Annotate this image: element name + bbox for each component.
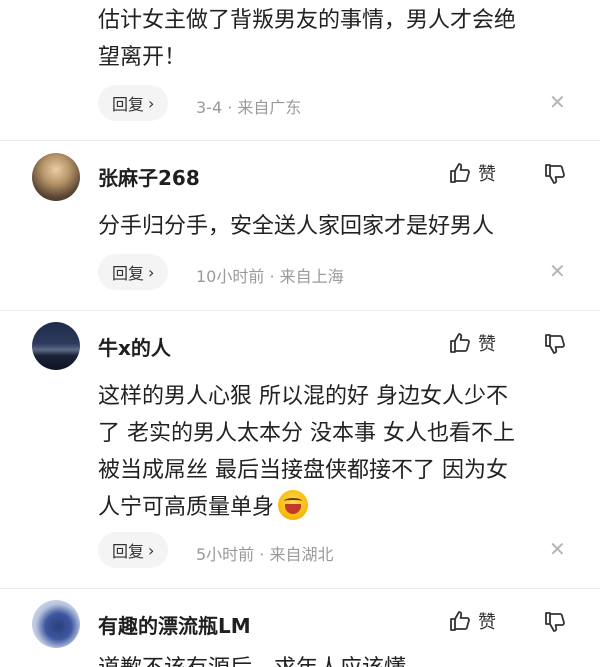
like-button[interactable]: 赞 bbox=[448, 608, 496, 634]
thumbs-down-icon[interactable] bbox=[543, 332, 567, 356]
like-button[interactable]: 赞 bbox=[448, 330, 496, 356]
avatar[interactable] bbox=[32, 322, 80, 370]
chevron-right-icon: › bbox=[148, 93, 155, 113]
chevron-right-icon: › bbox=[148, 540, 155, 560]
divider bbox=[0, 310, 600, 311]
avatar[interactable] bbox=[32, 600, 80, 648]
comment-meta: 3-4 · 来自广东 bbox=[196, 98, 302, 117]
comment-line: 了 老实的男人太本分 没本事 女人也看不上 bbox=[98, 421, 515, 446]
reply-button[interactable]: 回复 › bbox=[98, 532, 169, 568]
laughing-emoji-icon bbox=[278, 490, 309, 520]
comment-4-text: 道歉不该有源后，求年人应该懂 bbox=[98, 650, 578, 667]
thumbs-up-icon bbox=[450, 163, 470, 183]
comment-meta: 5小时前 · 来自湖北 bbox=[196, 545, 334, 564]
like-label: 赞 bbox=[478, 612, 496, 633]
comment-line: 这样的男人心狠 所以混的好 身边女人少不 bbox=[98, 384, 508, 409]
avatar[interactable] bbox=[32, 153, 80, 201]
reply-button[interactable]: 回复 › bbox=[98, 254, 169, 290]
comment-1-text: 估计女主做了背叛男友的事情，男人才会绝 望离开！ bbox=[98, 2, 578, 76]
username[interactable]: 有趣的漂流瓶LM bbox=[98, 610, 251, 639]
comment-line: 被当成屌丝 最后当接盘侠都接不了 因为女 bbox=[98, 458, 508, 483]
comment-line: 望离开！ bbox=[98, 45, 187, 70]
comment-line: 分手归分手，安全送人家回家才是好男人 bbox=[98, 214, 495, 239]
comment-line: 估计女主做了背叛男友的事情，男人才会绝 bbox=[98, 8, 517, 33]
comment-3-text: 这样的男人心狠 所以混的好 身边女人少不 了 老实的男人太本分 没本事 女人也看… bbox=[98, 378, 588, 526]
comment-line: 道歉不该有源后，求年人应该懂 bbox=[98, 650, 578, 667]
thumbs-up-icon bbox=[450, 611, 470, 631]
username[interactable]: 牛x的人 bbox=[98, 332, 171, 361]
comment-2-text: 分手归分手，安全送人家回家才是好男人 bbox=[98, 208, 578, 245]
comment-line-with-emoji: 人宁可高质量单身 bbox=[98, 489, 588, 526]
thumbs-down-icon[interactable] bbox=[543, 610, 567, 634]
reply-label: 回复 bbox=[112, 542, 145, 561]
reply-label: 回复 bbox=[112, 95, 145, 114]
like-label: 赞 bbox=[478, 334, 496, 355]
divider bbox=[0, 588, 600, 589]
comment-line: 人宁可高质量单身 bbox=[98, 495, 275, 520]
reply-label: 回复 bbox=[112, 264, 145, 283]
comment-meta: 10小时前 · 来自上海 bbox=[196, 267, 344, 286]
thumbs-down-icon[interactable] bbox=[543, 162, 567, 186]
like-button[interactable]: 赞 bbox=[448, 160, 496, 186]
reply-button[interactable]: 回复 › bbox=[98, 85, 169, 121]
thumbs-up-icon bbox=[450, 333, 470, 353]
username[interactable]: 张麻子268 bbox=[98, 162, 200, 191]
divider bbox=[0, 140, 600, 141]
close-icon[interactable]: ✕ bbox=[549, 90, 566, 114]
close-icon[interactable]: ✕ bbox=[549, 537, 566, 561]
chevron-right-icon: › bbox=[148, 262, 155, 282]
close-icon[interactable]: ✕ bbox=[549, 259, 566, 283]
like-label: 赞 bbox=[478, 164, 496, 185]
